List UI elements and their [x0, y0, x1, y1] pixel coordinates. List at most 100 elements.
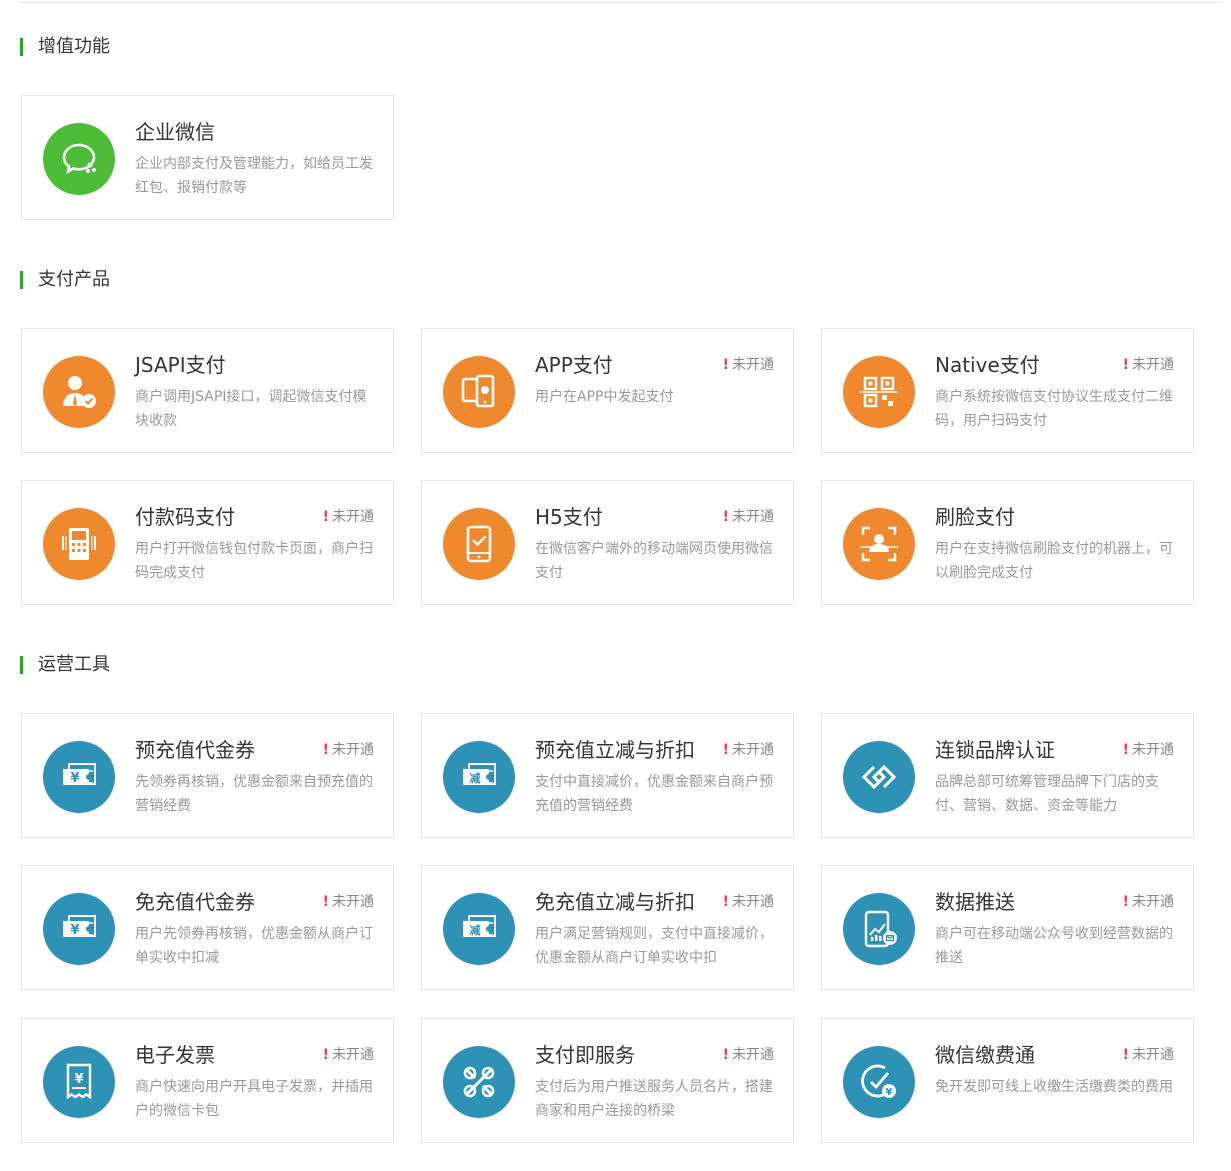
- svg-text:减: 减: [470, 771, 481, 785]
- card-description: 用户满足营销规则，支付中直接减价，优惠金额从商户订单实收中扣: [535, 926, 773, 966]
- svg-text:¥: ¥: [70, 771, 79, 786]
- card-data-push[interactable]: 数据推送 ! 未开通 商户可在移动端公众号收到经营数据的推送: [821, 865, 1194, 990]
- card-description: 用户在支持微信刷脸支付的机器上，可以刷脸完成支付: [935, 541, 1173, 581]
- section-title-payment: 支付产品: [20, 271, 110, 289]
- status-badge: ! 未开通: [722, 509, 774, 525]
- card-title: 连锁品牌认证: [935, 738, 1055, 762]
- chain-link-icon: [843, 741, 915, 813]
- voucher-discount-icon: 减: [443, 741, 515, 813]
- card-jsapi-pay[interactable]: JSAPI支付 商户调用JSAPI接口，调起微信支付模块收款: [21, 328, 394, 453]
- card-description: 支付中直接减价，优惠金额来自商户预充值的营销经费: [535, 774, 773, 814]
- card-description: 企业内部支付及管理能力，如给员工发红包、报销付款等: [135, 156, 373, 196]
- card-description: 在微信客户端外的移动端网页使用微信支付: [535, 541, 773, 581]
- card-chain-brand[interactable]: 连锁品牌认证 ! 未开通 品牌总部可统筹管理品牌下门店的支付、营销、数据、资金等能…: [821, 713, 1194, 838]
- voucher-discount-icon: 减: [443, 893, 515, 965]
- section-title-operations: 运营工具: [20, 656, 110, 674]
- bill-pay-icon: ¥: [843, 1046, 915, 1118]
- card-pay-as-service[interactable]: 支付即服务 ! 未开通 支付后为用户推送服务人员名片，搭建商家和用户连接的桥梁: [421, 1018, 794, 1143]
- invoice-icon: ¥: [43, 1046, 115, 1118]
- data-push-icon: [843, 893, 915, 965]
- alert-icon: !: [722, 1047, 729, 1063]
- svg-text:减: 减: [470, 923, 481, 937]
- card-description: 商户快速向用户开具电子发票，并插用户的微信卡包: [135, 1079, 373, 1119]
- card-h5-pay[interactable]: H5支付 ! 未开通 在微信客户端外的移动端网页使用微信支付: [421, 480, 794, 605]
- alert-icon: !: [322, 1047, 329, 1063]
- card-title: 刷脸支付: [935, 505, 1015, 529]
- alert-icon: !: [322, 509, 329, 525]
- card-prepaid-discount[interactable]: 减 预充值立减与折扣 ! 未开通 支付中直接减价，优惠金额来自商户预充值的营销经费: [421, 713, 794, 838]
- status-badge: ! 未开通: [1122, 742, 1174, 758]
- card-free-discount[interactable]: 减 免充值立减与折扣 ! 未开通 用户满足营销规则，支付中直接减价，优惠金额从商户…: [421, 865, 794, 990]
- card-barcode-pay[interactable]: 付款码支付 ! 未开通 用户打开微信钱包付款卡页面，商户扫码完成支付: [21, 480, 394, 605]
- card-description: 用户在APP中发起支付: [535, 389, 674, 405]
- status-badge: ! 未开通: [722, 1047, 774, 1063]
- card-description: 商户系统按微信支付协议生成支付二维码，用户扫码支付: [935, 389, 1173, 429]
- status-badge: ! 未开通: [1122, 1047, 1174, 1063]
- alert-icon: !: [722, 509, 729, 525]
- card-title: 免充值代金券: [135, 890, 255, 914]
- card-e-invoice[interactable]: ¥ 电子发票 ! 未开通 商户快速向用户开具电子发票，并插用户的微信卡包: [21, 1018, 394, 1143]
- card-title: 付款码支付: [135, 505, 235, 529]
- status-badge: ! 未开通: [1122, 894, 1174, 910]
- top-divider: [20, 2, 1219, 3]
- card-face-pay[interactable]: 刷脸支付 用户在支持微信刷脸支付的机器上，可以刷脸完成支付: [821, 480, 1194, 605]
- status-badge: ! 未开通: [722, 742, 774, 758]
- card-title: Native支付: [935, 353, 1040, 377]
- section-title-value-added: 增值功能: [20, 38, 110, 56]
- svg-text:¥: ¥: [74, 1072, 83, 1087]
- card-title: H5支付: [535, 505, 603, 529]
- card-native-pay[interactable]: Native支付 ! 未开通 商户系统按微信支付协议生成支付二维码，用户扫码支付: [821, 328, 1194, 453]
- face-scan-icon: [843, 508, 915, 580]
- card-description: 商户调用JSAPI接口，调起微信支付模块收款: [135, 389, 367, 429]
- pos-scan-icon: [43, 508, 115, 580]
- status-badge: ! 未开通: [1122, 357, 1174, 373]
- card-title: 企业微信: [135, 120, 215, 144]
- alert-icon: !: [722, 894, 729, 910]
- card-title: 支付即服务: [535, 1043, 635, 1067]
- card-description: 用户打开微信钱包付款卡页面，商户扫码完成支付: [135, 541, 373, 581]
- phone-check-icon: [443, 508, 515, 580]
- card-free-voucher[interactable]: ¥ 免充值代金券 ! 未开通 用户先领券再核销，优惠金额从商户订单实收中扣减: [21, 865, 394, 990]
- status-badge: ! 未开通: [722, 894, 774, 910]
- alert-icon: !: [1122, 357, 1129, 373]
- card-title: 预充值立减与折扣: [535, 738, 695, 762]
- card-description: 商户可在移动端公众号收到经营数据的推送: [935, 926, 1173, 966]
- card-title: 免充值立减与折扣: [535, 890, 695, 914]
- svg-text:¥: ¥: [70, 923, 79, 938]
- wecom-chat-icon: [43, 123, 115, 195]
- card-title: 微信缴费通: [935, 1043, 1035, 1067]
- alert-icon: !: [322, 894, 329, 910]
- alert-icon: !: [1122, 1047, 1129, 1063]
- card-wecom[interactable]: 企业微信 企业内部支付及管理能力，如给员工发红包、报销付款等: [21, 95, 394, 220]
- card-description: 免开发即可线上收缴生活缴费类的费用: [935, 1079, 1173, 1095]
- card-description: 品牌总部可统筹管理品牌下门店的支付、营销、数据、资金等能力: [935, 774, 1159, 814]
- status-badge: ! 未开通: [322, 1047, 374, 1063]
- alert-icon: !: [722, 742, 729, 758]
- svg-text:¥: ¥: [886, 1087, 893, 1098]
- service-link-icon: [443, 1046, 515, 1118]
- card-prepaid-voucher[interactable]: ¥ 预充值代金券 ! 未开通 先领券再核销，优惠金额来自预充值的营销经费: [21, 713, 394, 838]
- card-description: 支付后为用户推送服务人员名片，搭建商家和用户连接的桥梁: [535, 1079, 773, 1119]
- alert-icon: !: [1122, 894, 1129, 910]
- status-badge: ! 未开通: [322, 894, 374, 910]
- card-title: JSAPI支付: [135, 353, 226, 377]
- status-badge: ! 未开通: [722, 357, 774, 373]
- status-badge: ! 未开通: [322, 742, 374, 758]
- card-title: 电子发票: [135, 1043, 215, 1067]
- card-app-pay[interactable]: APP支付 ! 未开通 用户在APP中发起支付: [421, 328, 794, 453]
- status-badge: ! 未开通: [322, 509, 374, 525]
- alert-icon: !: [1122, 742, 1129, 758]
- qr-code-icon: [843, 356, 915, 428]
- card-wechat-bill-pay[interactable]: ¥ 微信缴费通 ! 未开通 免开发即可线上收缴生活缴费类的费用: [821, 1018, 1194, 1143]
- card-title: 预充值代金券: [135, 738, 255, 762]
- card-description: 先领券再核销，优惠金额来自预充值的营销经费: [135, 774, 373, 814]
- user-check-icon: [43, 356, 115, 428]
- card-title: APP支付: [535, 353, 613, 377]
- voucher-yuan-icon: ¥: [43, 893, 115, 965]
- alert-icon: !: [322, 742, 329, 758]
- mobile-app-icon: [443, 356, 515, 428]
- alert-icon: !: [722, 357, 729, 373]
- card-title: 数据推送: [935, 890, 1015, 914]
- voucher-yuan-icon: ¥: [43, 741, 115, 813]
- card-description: 用户先领券再核销，优惠金额从商户订单实收中扣减: [135, 926, 373, 966]
